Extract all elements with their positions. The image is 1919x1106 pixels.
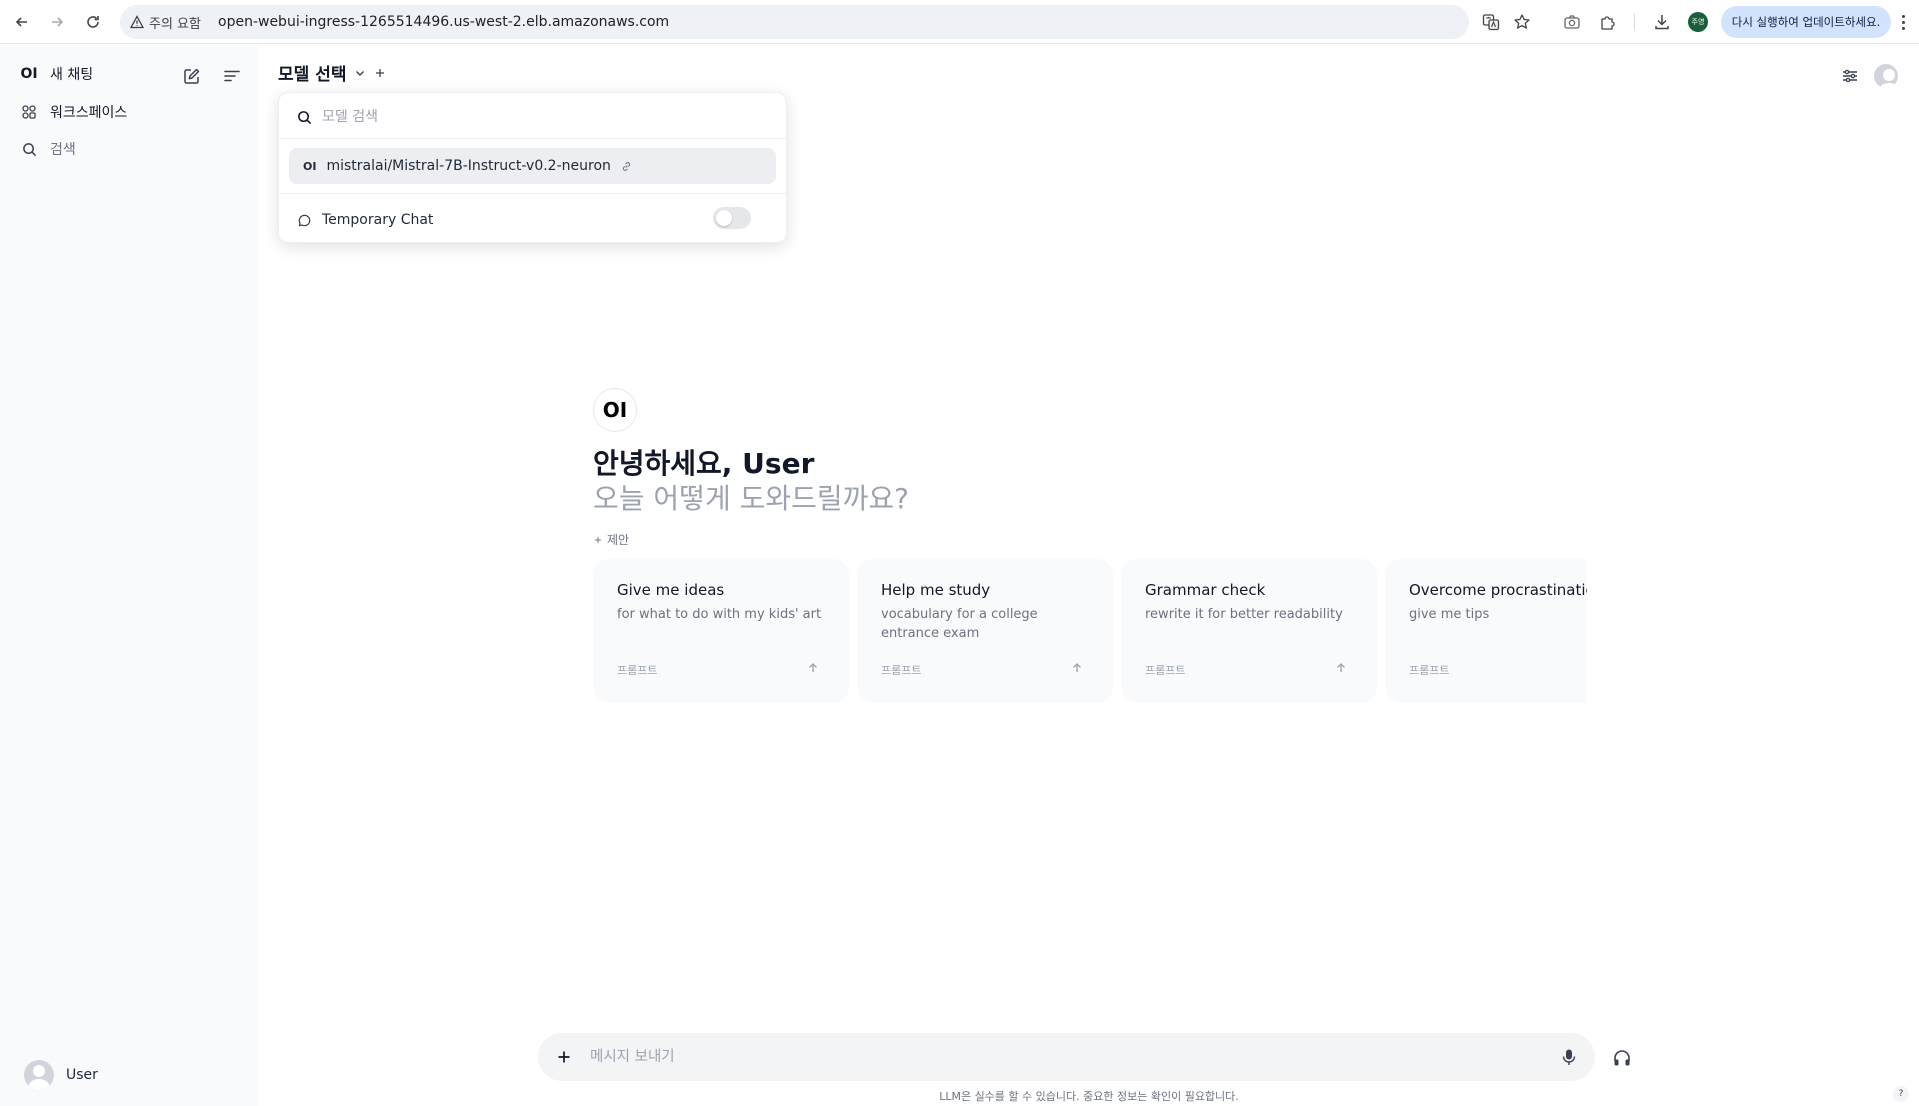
app-logo: OI [20,66,38,82]
chat-controls-sliders-icon[interactable] [1838,64,1862,88]
workspace-label: 워크스페이스 [50,105,128,121]
search-label: 검색 [50,142,76,158]
temporary-chat-label: Temporary Chat [322,212,434,228]
microphone-icon[interactable] [1558,1046,1580,1068]
model-dropdown: OI mistralai/Mistral-7B-Instruct-v0.2-ne… [278,92,788,243]
headphones-voice-mode-icon[interactable] [1610,1046,1634,1070]
suggestion-card[interactable]: Give me ideas for what to do with my kid… [593,559,849,703]
workspace-grid-icon [18,104,40,120]
downloads-icon[interactable] [1651,11,1673,33]
forward-button[interactable] [45,10,69,34]
suggestion-tag: 프롬프트 [881,664,922,677]
arrow-up-icon [806,661,820,675]
forward-arrow-icon [52,17,64,27]
suggestion-desc: give me tips [1409,607,1490,622]
suggestion-title: Help me study [881,581,991,599]
arrow-up-icon [1334,661,1348,675]
user-name: User [66,1067,98,1083]
suggestion-title: Give me ideas [617,581,725,599]
extensions-puzzle-icon[interactable] [1597,11,1619,33]
add-model-plus-icon[interactable] [374,67,386,79]
chevron-down-icon [356,70,365,76]
browser-toolbar: 주의 요함 open-webui-ingress-1265514496.us-w… [0,0,1919,44]
screenshot-camera-icon[interactable] [1561,11,1583,33]
llm-disclaimer: LLM은 실수를 할 수 있습니다. 중요한 정보는 확인이 필요합니다. [939,1090,1239,1103]
greeting-subtitle: 오늘 어떻게 도와드릴까요? [593,482,910,515]
address-bar[interactable]: 주의 요함 open-webui-ingress-1265514496.us-w… [120,5,1530,39]
profile-avatar[interactable]: 주영 [1688,12,1708,32]
model-selector[interactable]: 모델 선택 [278,60,386,85]
link-icon [622,161,630,171]
sidebar-item-workspace[interactable]: 워크스페이스 [18,102,127,122]
sidebar-user-menu[interactable]: User [24,1060,98,1090]
search-icon [298,110,312,124]
bookmark-star-icon[interactable] [1512,13,1532,31]
divider [279,138,788,139]
reload-button[interactable] [81,10,105,34]
suggestion-title: Grammar check [1145,581,1266,599]
new-chat-label: 새 채팅 [50,67,94,83]
suggestion-tag: 프롬프트 [617,664,658,677]
model-search-input[interactable] [322,109,742,125]
reload-icon [87,16,99,28]
suggestion-desc: vocabulary for a college entrance exam [881,607,1038,641]
model-logo: OI [303,159,317,173]
welcome-model-logo: OI [593,388,637,432]
model-search [297,105,767,129]
suggestion-card[interactable]: Overcome procrastination give me tips 프롬… [1385,559,1587,703]
sidebar-new-chat[interactable]: OI 새 채팅 [18,64,93,84]
model-option-name: mistralai/Mistral-7B-Instruct-v0.2-neuro… [326,158,611,174]
temporary-chat-toggle[interactable] [713,207,751,229]
divider [279,193,788,194]
temporary-chat-row[interactable]: Temporary Chat [297,208,771,232]
suggestion-card[interactable]: Help me study vocabulary for a college e… [857,559,1113,703]
back-arrow-icon [15,17,27,27]
suggestions-label-text: 제안 [607,533,630,547]
attach-plus-icon[interactable] [553,1046,575,1068]
sparkle-icon [593,535,603,544]
suggestion-title: Overcome procrastination [1409,581,1587,599]
user-avatar [24,1060,54,1090]
browser-menu-icon[interactable] [1895,11,1911,33]
update-button[interactable]: 다시 실행하여 업데이트하세요. [1721,6,1891,38]
message-composer [538,1033,1595,1081]
chat-bubble-icon [298,214,311,226]
new-chat-pencil-icon[interactable] [181,65,203,87]
back-button[interactable] [10,10,34,34]
suggestion-tag: 프롬프트 [1145,664,1186,677]
header-user-avatar[interactable] [1874,64,1898,88]
arrow-up-icon [1070,661,1084,675]
security-label: 주의 요함 [149,16,201,32]
greeting-title: 안녕하세요, User [593,447,815,480]
search-icon [18,142,40,157]
sidebar-toggle-menu-icon[interactable] [221,65,243,87]
avatar [1874,64,1898,88]
sidebar: OI 새 채팅 워크스페이스 검색 User [0,45,259,1106]
model-selector-label: 모델 선택 [278,65,347,85]
suggestion-cards: Give me ideas for what to do with my kid… [593,559,1587,704]
help-button[interactable]: ? [1893,1086,1909,1102]
model-option[interactable]: OI mistralai/Mistral-7B-Instruct-v0.2-ne… [289,148,776,184]
toolbar-divider [1634,14,1635,30]
translate-icon[interactable] [1481,13,1501,31]
security-warning-chip[interactable]: 주의 요함 [130,12,201,32]
suggestion-desc: rewrite it for better readability [1145,607,1343,622]
suggestions-label: 제안 [593,531,629,548]
suggestion-desc: for what to do with my kids' art [617,607,822,622]
suggestion-card[interactable]: Grammar check rewrite it for better read… [1121,559,1377,703]
message-input[interactable] [590,1045,1490,1069]
sidebar-item-search[interactable]: 검색 [18,139,76,159]
warning-triangle-icon [130,15,144,29]
url-text[interactable]: open-webui-ingress-1265514496.us-west-2.… [218,14,669,30]
suggestion-tag: 프롬프트 [1409,664,1450,677]
